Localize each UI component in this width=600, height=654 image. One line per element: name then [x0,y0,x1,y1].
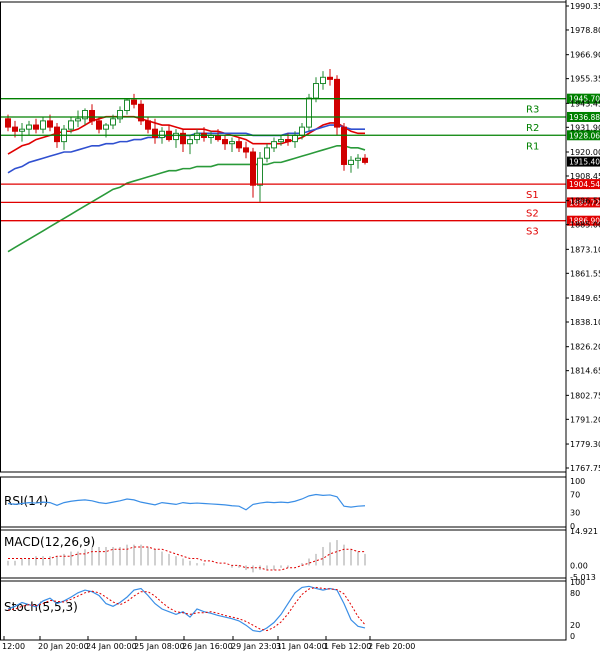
candle-body [187,139,193,145]
level-label-r2: R2 [526,123,539,134]
price-tick-label: 1931.90 [570,123,600,132]
price-tick-label: 1966.90 [570,51,600,60]
candle-body [229,141,235,145]
candle-body [194,132,200,141]
macd-tick-label: 0.00 [570,561,588,570]
time-tick-label: 2 Feb 20:00 [368,642,415,651]
level-price-tag-text: 1904.54 [569,180,600,189]
candle-body [222,139,228,145]
candle-body [75,118,81,122]
macd-tick-label: 14.921 [570,527,598,536]
price-tick-label: 1955.35 [570,75,600,84]
time-tick-label: 29 Jan 23:01 [231,642,282,651]
price-tick-label: 1885.00 [570,221,600,230]
time-tick-label: 26 Jan 16:00 [182,642,233,651]
time-tick-label: 12:00 [2,642,25,651]
candle-body [264,147,270,159]
price-tick-label: 1838.10 [570,318,600,327]
candle-body [327,76,333,80]
level-price-tag-text: 1936.88 [569,113,600,122]
candle-body [334,78,340,128]
candle-body [299,126,305,136]
candle-body [243,147,249,153]
price-tick-label: 1920.00 [570,148,600,157]
candle-body [215,134,221,141]
candle-body [285,139,291,143]
candle-body [110,118,116,126]
candle-body [33,124,39,130]
price-tick-label: 1767.75 [570,464,600,473]
time-tick-label: 1 Feb 12:00 [324,642,371,651]
candle-body [257,157,263,186]
rsi-tick-label: 30 [570,509,580,518]
macd-label: MACD(12,26,9) [4,535,95,549]
candle-body [138,103,144,122]
candle-body [47,120,53,128]
candle-body [362,157,368,163]
rsi-tick-label: 100 [570,477,585,486]
price-tick-label: 1896.55 [570,197,600,206]
price-tick-label: 1779.30 [570,440,600,449]
price-tick-label: 1791.20 [570,415,600,424]
price-tick-label: 1849.65 [570,294,600,303]
price-tick-label: 1802.75 [570,391,600,400]
candle-body [54,126,60,143]
stoch-tick-label: 100 [570,578,585,587]
candle-body [250,151,256,186]
price-tick-label: 1978.80 [570,26,600,35]
level-label-r3: R3 [526,105,539,116]
candle-body [68,120,74,130]
price-tick-label: 1943.45 [570,99,600,108]
time-tick-label: 24 Jan 00:00 [86,642,137,651]
stoch-tick-label: 80 [570,589,580,598]
candle-body [19,128,25,132]
time-tick-label: 25 Jan 08:00 [134,642,185,651]
candle-body [131,99,137,105]
time-tick-label: 20 Jan 20:00 [38,642,89,651]
candle-body [271,141,277,149]
candle-body [341,126,347,165]
price-tick-label: 1990.35 [570,2,600,11]
candle-body [320,76,326,85]
candle-body [103,124,109,130]
candle-body [306,97,312,128]
time-tick-label: 31 Jan 04:00 [276,642,327,651]
candle-body [145,120,151,130]
candle-body [173,132,179,141]
level-label-s1: S1 [526,190,539,201]
current-price-text: 1915.40 [569,158,600,167]
candle-body [355,157,361,161]
level-label-s3: S3 [526,227,539,238]
price-tick-label: 1908.45 [570,172,600,181]
level-label-r1: R1 [526,141,539,152]
candle-body [26,124,32,130]
price-tick-label: 1826.20 [570,343,600,352]
price-tick-label: 1861.55 [570,269,600,278]
candle-body [159,130,165,138]
level-label-s2: S2 [526,208,539,219]
stoch-tick-label: 0 [570,632,575,641]
level-price-tag-text: 1928.06 [569,131,600,140]
candle-body [5,118,11,128]
rsi-tick-label: 70 [570,491,580,500]
candle-body [292,134,298,143]
candle-body [96,120,102,130]
candle-body [236,141,242,149]
candle-body [89,110,95,122]
candle-body [278,139,284,143]
candle-body [348,159,354,165]
price-tick-label: 1814.65 [570,367,600,376]
rsi-label: RSI(14) [4,494,48,508]
candle-body [124,99,130,112]
trading-chart[interactable]: R31945.70R21936.88R11928.06S11904.54S218… [0,0,600,654]
candle-body [152,128,158,138]
price-tick-label: 1873.10 [570,245,600,254]
stoch-tick-label: 20 [570,621,580,630]
candle-body [12,126,18,132]
candle-body [313,83,319,99]
candle-body [40,120,46,130]
